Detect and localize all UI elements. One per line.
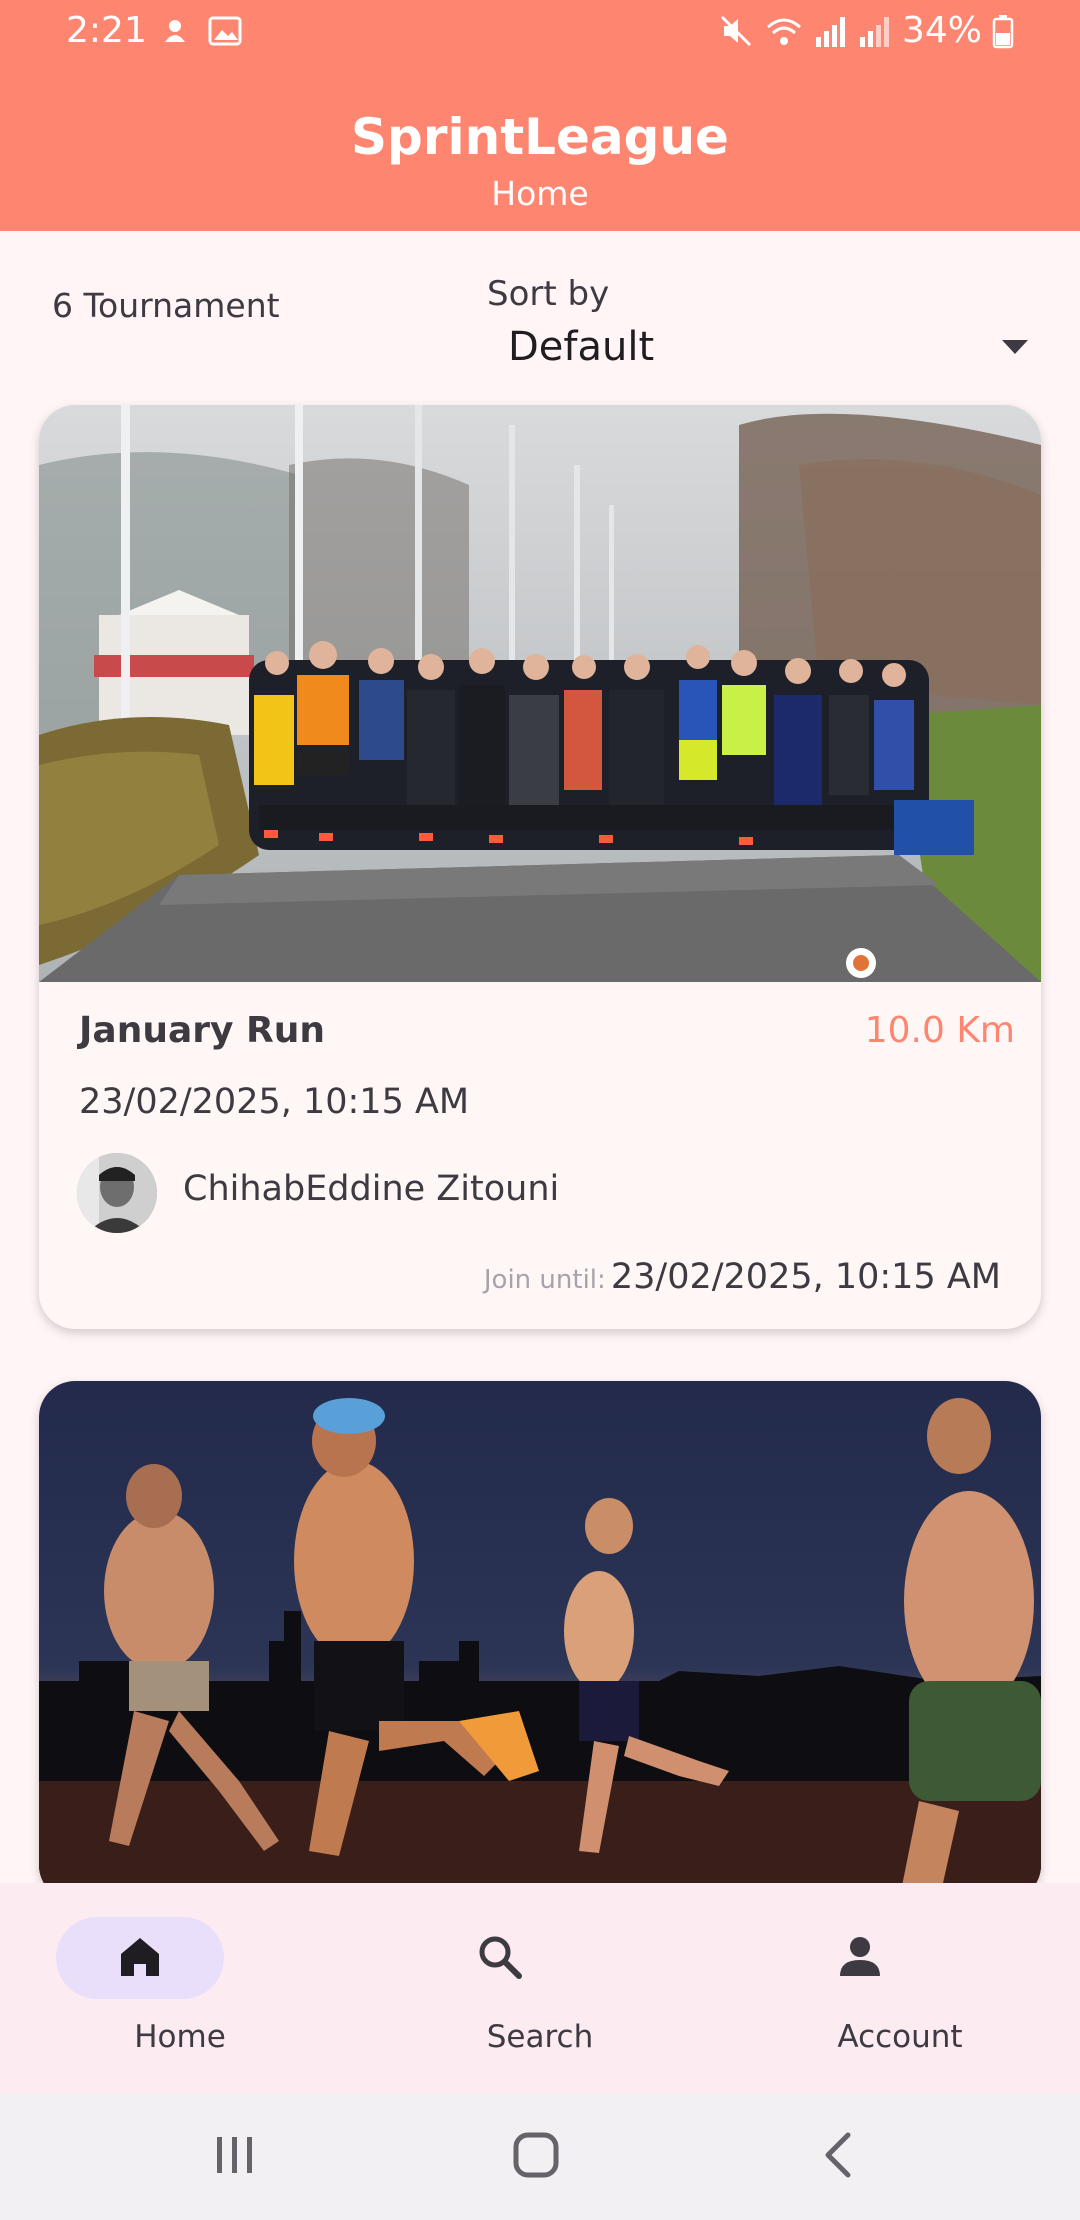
recent-apps-icon[interactable] <box>203 2123 267 2187</box>
status-time: 2:21 <box>66 10 147 51</box>
image-icon <box>208 16 242 46</box>
tournament-count: 6 Tournament <box>52 286 280 325</box>
search-icon <box>479 1936 522 1979</box>
tournament-photo <box>39 405 1041 982</box>
account-icon <box>840 1937 880 1976</box>
tournament-card[interactable] <box>39 1381 1041 1901</box>
signal-icon <box>815 16 845 47</box>
join-date: 23/02/2025, 10:15 AM <box>610 1257 1001 1297</box>
back-icon[interactable] <box>808 2123 872 2187</box>
join-deadline: Join until: 23/02/2025, 10:15 AM <box>484 1257 1001 1297</box>
sort-label: Sort by <box>487 274 610 314</box>
nav-search[interactable]: Search <box>360 1883 720 2093</box>
sort-value: Default <box>508 324 655 370</box>
battery-icon <box>992 14 1014 48</box>
sort-dropdown[interactable]: Default <box>500 318 1040 374</box>
nav-home[interactable]: Home <box>0 1883 360 2093</box>
tournament-distance: 10.0 Km <box>864 1010 1015 1051</box>
join-label: Join until: <box>483 1265 606 1295</box>
signal-icon <box>859 16 889 47</box>
avatar <box>77 1153 157 1233</box>
status-right: 34% <box>718 10 1014 51</box>
notification-icon <box>165 20 185 42</box>
nav-label-account: Account <box>837 2019 963 2055</box>
dropdown-arrow-icon <box>1002 340 1028 354</box>
page-subtitle: Home <box>491 174 589 213</box>
nav-label-search: Search <box>486 2019 594 2055</box>
organizer-name: ChihabEddine Zitouni <box>183 1169 560 1209</box>
tournament-photo <box>39 1381 1041 1901</box>
app-title: SprintLeague <box>351 108 729 166</box>
home-button-icon[interactable] <box>504 2123 568 2187</box>
wifi-icon <box>766 18 801 45</box>
home-icon <box>121 1938 159 1976</box>
nav-account[interactable]: Account <box>720 1883 1080 2093</box>
bottom-navigation: Home Search Account <box>0 1883 1080 2093</box>
mute-icon <box>720 15 752 46</box>
battery-percent: 34% <box>901 10 982 51</box>
nav-label-home: Home <box>134 2019 226 2055</box>
tournament-date: 23/02/2025, 10:15 AM <box>79 1082 470 1122</box>
system-navigation-bar <box>0 2093 1080 2220</box>
status-bar: 2:21 34% <box>0 0 1080 64</box>
tournament-card[interactable]: January Run 10.0 Km 23/02/2025, 10:15 AM… <box>39 405 1041 1329</box>
tournament-name: January Run <box>79 1010 325 1051</box>
app-header: 2:21 34% SprintLeague Home <box>0 0 1080 231</box>
